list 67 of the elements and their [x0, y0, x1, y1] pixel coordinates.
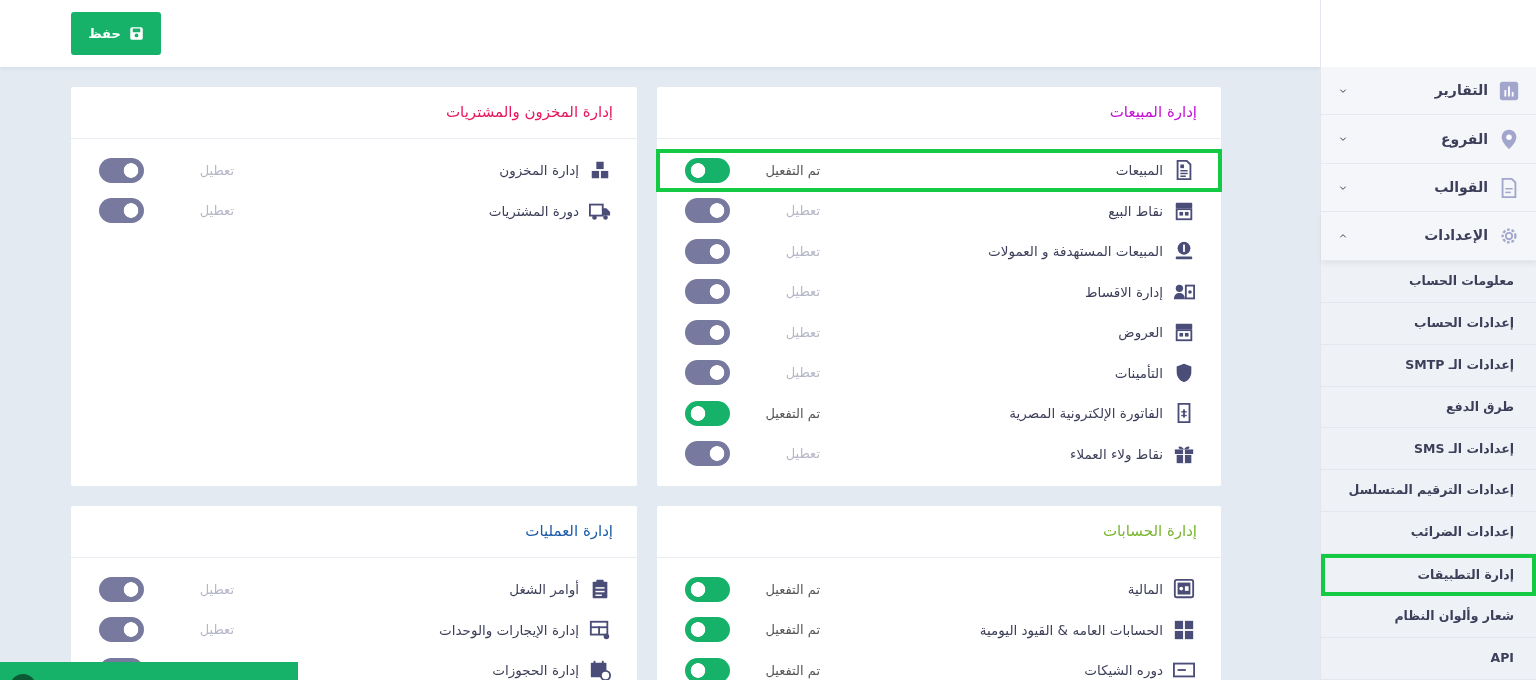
module-label: التأمينات [1114, 363, 1163, 383]
toggle-switch[interactable] [99, 617, 144, 643]
sidebar-subitem[interactable]: شعار وألوان النظام [1321, 596, 1536, 639]
module-label: أوامر الشغل [509, 579, 579, 600]
section-title: إدارة المخزون والمشتريات [446, 102, 613, 124]
toggle-switch[interactable] [685, 617, 730, 643]
sidebar-subitem[interactable]: إعدادات الـ SMS [1321, 428, 1536, 471]
module-label: نقاط البيع [1108, 201, 1163, 221]
module-label: إدارة المخزون [499, 161, 579, 181]
sidebar-subitem[interactable]: إعدادات الحساب [1321, 302, 1536, 345]
status-label: تعطيل [784, 202, 820, 220]
toggle-switch[interactable] [685, 400, 730, 426]
status-label: تعطيل [198, 161, 234, 180]
status-label: تعطيل [784, 283, 820, 301]
toggle-switch[interactable] [685, 576, 730, 602]
section-title: إدارة العمليات [525, 521, 613, 543]
module-label: الفاتورة الإلكترونية المصرية [1009, 404, 1163, 424]
sidebar-subitem[interactable]: إعدادات الترقيم المتسلسل [1321, 470, 1536, 513]
module-label: الحسابات العامه & القيود اليومية [979, 620, 1163, 640]
toggle-switch[interactable] [685, 657, 730, 680]
toggle-switch[interactable] [99, 576, 144, 602]
table-icon [589, 618, 611, 641]
status-label: تعطيل [198, 202, 234, 220]
save-icon [128, 26, 144, 41]
status-label: تعطيل [198, 621, 234, 639]
module-label: المبيعات [1115, 161, 1163, 181]
safe-icon [1173, 578, 1195, 601]
sidebar-subitem[interactable]: API [1321, 638, 1536, 680]
section-title: إدارة الحسابات [1102, 521, 1197, 543]
status-label: تعطيل [784, 364, 820, 382]
toggle-switch[interactable] [685, 441, 730, 467]
module-label: دوره الشيكات [1084, 661, 1163, 680]
status-label: تعطيل [784, 242, 820, 261]
sidebar-item[interactable]: الإعدادات [1321, 212, 1536, 261]
module-label: المبيعات المستهدفة و العمولات [988, 242, 1163, 262]
toggle-switch[interactable] [99, 198, 144, 224]
module-label: إدارة الاقساط [1085, 282, 1163, 302]
module-label: إدارة الحجوزات [492, 661, 579, 680]
sidebar-subitem[interactable]: معلومات الحساب [1321, 260, 1536, 303]
sidebar-subitem[interactable]: إدارة التطبيقات [1321, 554, 1536, 597]
sidebar-subitem[interactable]: طرق الدفع [1321, 386, 1536, 429]
calculator-icon [1173, 618, 1195, 641]
toggle-switch[interactable] [685, 198, 730, 224]
status-label: تعطيل [198, 580, 234, 599]
toggle-switch[interactable] [685, 360, 730, 386]
toggle-switch[interactable] [685, 279, 730, 305]
toggle-switch[interactable] [685, 157, 730, 183]
sidebar-subitem[interactable]: إعدادات الضرائب [1321, 512, 1536, 555]
toggle-switch[interactable] [685, 238, 730, 264]
status-label: تم التفعيل [764, 621, 820, 640]
store-icon [1173, 321, 1195, 344]
module-label: دورة المشتريات [488, 201, 579, 221]
sidebar-subitem[interactable]: إعدادات الـ SMTP [1321, 344, 1536, 387]
module-label: إدارة الإيجارات والوحدات [439, 620, 579, 640]
module-label: العروض [1118, 323, 1163, 343]
status-label: تعطيل [784, 445, 820, 463]
chart-icon [1498, 79, 1520, 102]
section-title: إدارة المبيعات [1109, 102, 1197, 124]
module-label: نقاط ولاء العملاء [1070, 444, 1163, 464]
module-label: المالية [1127, 580, 1163, 600]
status-label: تم التفعيل [764, 404, 820, 423]
status-label: تعطيل [784, 323, 820, 342]
status-label: تم التفعيل [764, 161, 820, 180]
toggle-switch[interactable] [685, 319, 730, 345]
status-label: تم التفعيل [764, 580, 820, 599]
status-label: تم التفعيل [764, 661, 820, 680]
toggle-switch[interactable] [99, 157, 144, 183]
